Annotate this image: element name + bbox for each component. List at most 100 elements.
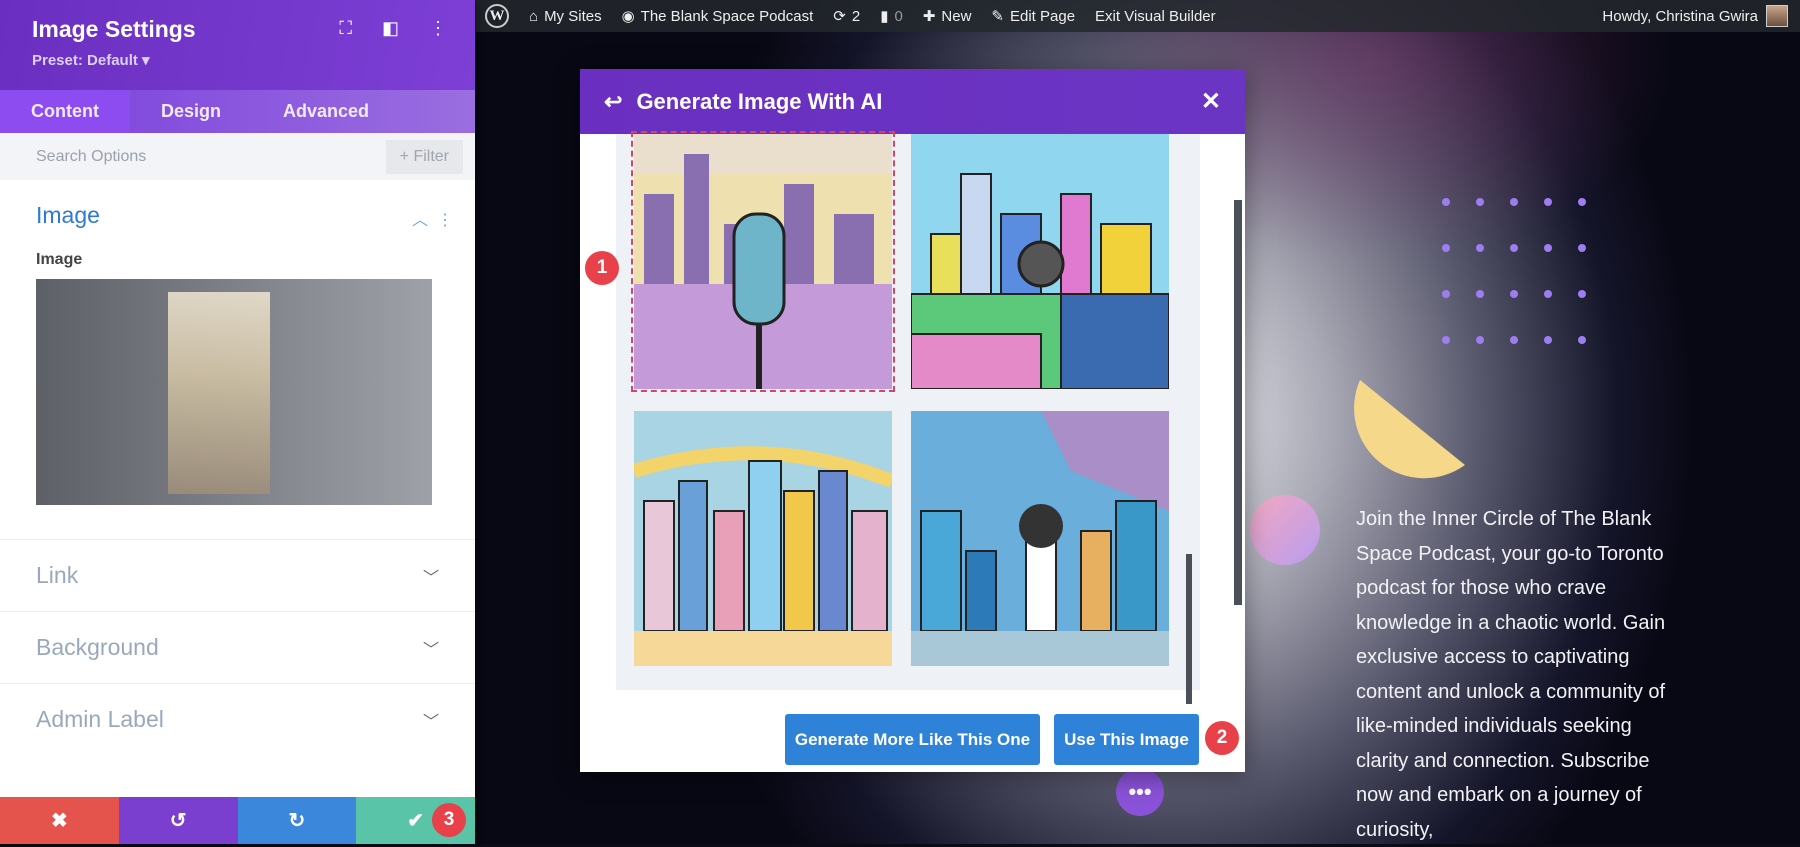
tab-design[interactable]: Design: [130, 90, 252, 133]
split-view-icon[interactable]: ◧: [382, 18, 399, 39]
my-sites-link[interactable]: ⌂ My Sites: [529, 8, 602, 25]
image-section: Image ︿ ⋮ Image: [0, 180, 475, 505]
edit-page-label: Edit Page: [1009, 7, 1076, 25]
generated-image-2[interactable]: [911, 134, 1169, 389]
search-bar: Search Options + Filter: [0, 133, 475, 180]
updates-link[interactable]: ⟳ 2: [833, 7, 861, 26]
undo-icon: ↺: [169, 810, 187, 832]
decor-dot: [1510, 290, 1518, 298]
admin-bar: W ⌂ My Sites ◉ The Blank Space Podcast ⟳ 2 …: [475, 0, 1800, 32]
generated-image-4[interactable]: [911, 411, 1169, 666]
redo-button[interactable]: ↻: [237, 797, 357, 844]
avatar: [1766, 5, 1788, 27]
kebab-menu-icon[interactable]: ⋮: [429, 18, 447, 39]
user-menu[interactable]: Howdy, Christina Gwira: [1602, 5, 1788, 27]
wordpress-logo-icon[interactable]: W: [485, 4, 509, 28]
settings-panel: Image Settings Preset: Default ▾ ⛶ ◧ ⋮ Con…: [0, 0, 475, 844]
my-sites-label: My Sites: [544, 7, 602, 25]
preset-dropdown[interactable]: Preset: Default ▾: [32, 51, 443, 69]
decor-half-circle: [1354, 380, 1465, 479]
close-icon[interactable]: ✕: [1201, 87, 1221, 116]
check-icon: ✔: [407, 810, 424, 832]
decor-dot: [1476, 336, 1484, 344]
decor-dot: [1578, 198, 1586, 206]
decor-dot: [1476, 198, 1484, 206]
decor-dot: [1476, 290, 1484, 298]
step-badge-2: 2: [1205, 721, 1239, 755]
generated-image-1[interactable]: [631, 131, 895, 392]
fullscreen-icon[interactable]: ⛶: [339, 18, 352, 39]
tab-content[interactable]: Content: [0, 90, 130, 133]
chevron-down-icon: ﹀: [422, 641, 439, 659]
generated-image-3[interactable]: [634, 411, 892, 666]
image-section-title[interactable]: Image: [36, 202, 439, 229]
howdy-label: Howdy, Christina Gwira: [1602, 7, 1758, 25]
generate-image-modal: ↩ Generate Image With AI ✕ Generate More…: [580, 69, 1245, 772]
link-label: Link: [36, 562, 79, 588]
decor-dot: [1510, 336, 1518, 344]
refresh-icon: ⟳: [833, 8, 846, 25]
discard-button[interactable]: ✖: [0, 797, 119, 844]
panel-header: Image Settings Preset: Default ▾ ⛶ ◧ ⋮: [0, 0, 475, 90]
dashboard-icon: ◉: [621, 8, 635, 25]
decor-dot: [1578, 290, 1586, 298]
section-menu-icon[interactable]: ⋮: [437, 212, 453, 229]
sites-icon: ⌂: [529, 7, 539, 25]
chevron-down-icon: ﹀: [422, 713, 439, 731]
comments-count: 0: [894, 7, 903, 25]
decor-dot: [1544, 198, 1552, 206]
section-background[interactable]: Background ﹀: [0, 611, 475, 683]
exit-visual-builder-link[interactable]: Exit Visual Builder: [1095, 8, 1216, 25]
decor-dot: [1544, 290, 1552, 298]
modal-scrollbar[interactable]: [1234, 200, 1242, 605]
decor-dot: [1544, 336, 1552, 344]
undo-button[interactable]: ↺: [118, 797, 238, 844]
decor-dot: [1442, 336, 1450, 344]
chevron-down-icon: ﹀: [422, 569, 439, 587]
plus-icon: ✚: [922, 8, 936, 25]
site-link[interactable]: ◉ The Blank Space Podcast: [621, 7, 814, 26]
section-link[interactable]: Link ﹀: [0, 539, 475, 611]
exit-label: Exit Visual Builder: [1095, 7, 1216, 25]
modal-header: ↩ Generate Image With AI ✕: [580, 69, 1245, 134]
comment-icon: ▮: [880, 8, 889, 25]
back-icon[interactable]: ↩: [604, 89, 622, 115]
generate-more-button[interactable]: Generate More Like This One: [785, 714, 1040, 765]
image-field-label: Image: [36, 251, 83, 268]
redo-icon: ↻: [288, 810, 306, 832]
comments-link[interactable]: ▮ 0: [880, 7, 903, 26]
site-label: The Blank Space Podcast: [640, 7, 814, 25]
panel-action-bar: ✖ ↺ ↻ ✔: [0, 797, 475, 844]
new-label: New: [941, 7, 972, 25]
step-badge-1: 1: [585, 251, 619, 285]
background-label: Background: [36, 634, 159, 660]
use-this-image-button[interactable]: Use This Image: [1054, 714, 1199, 765]
decor-dot: [1510, 198, 1518, 206]
section-admin-label[interactable]: Admin Label ﹀: [0, 683, 475, 755]
decor-dot: [1476, 244, 1484, 252]
close-icon: ✖: [50, 810, 68, 832]
admin-label-label: Admin Label: [36, 706, 164, 732]
filter-button[interactable]: + Filter: [385, 139, 463, 174]
decor-dot: [1578, 336, 1586, 344]
step-badge-3: 3: [432, 803, 466, 837]
panel-tabs: Content Design Advanced: [0, 90, 475, 133]
tab-advanced[interactable]: Advanced: [252, 90, 400, 133]
new-link[interactable]: ✚ New: [922, 7, 972, 26]
chevron-up-icon[interactable]: ︿: [412, 212, 428, 229]
preview-photo: [168, 292, 270, 494]
grid-scrollbar[interactable]: [1186, 554, 1192, 704]
decor-dot: [1544, 244, 1552, 252]
pencil-icon: ✎: [991, 8, 1004, 25]
updates-count: 2: [851, 7, 861, 25]
edit-page-link[interactable]: ✎ Edit Page: [991, 7, 1076, 26]
search-input[interactable]: Search Options: [36, 148, 146, 166]
generated-images-grid: [616, 131, 1200, 704]
more-options-button[interactable]: •••: [1116, 768, 1164, 816]
decor-dot: [1578, 244, 1586, 252]
page-paragraph: Join the Inner Circle of The Blank Space…: [1356, 508, 1666, 841]
decor-dot: [1510, 244, 1518, 252]
image-preview[interactable]: [36, 279, 432, 505]
decor-dot: [1442, 244, 1450, 252]
modal-title: Generate Image With AI: [636, 88, 883, 114]
